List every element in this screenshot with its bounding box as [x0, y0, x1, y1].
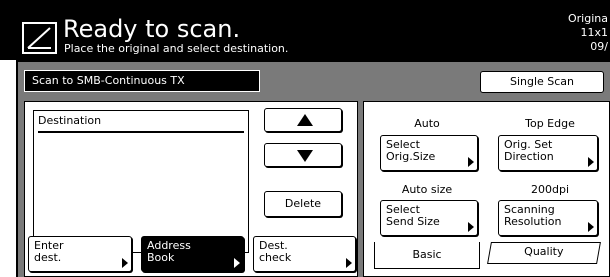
orig-set-direction-button[interactable]: Orig. Set Direction [498, 135, 598, 171]
arrow-down-icon [297, 150, 313, 162]
tab-quality[interactable]: Quality [487, 242, 601, 264]
address-book-label-2: Book [147, 251, 175, 264]
dest-check-button[interactable]: Dest. check [253, 236, 356, 272]
orig-direction-label-2: Direction [504, 150, 554, 163]
arrow-right-icon [588, 157, 594, 167]
mode-label: Scan to SMB-Continuous TX [32, 74, 185, 87]
scan-icon [22, 22, 57, 54]
arrow-right-icon [588, 222, 594, 232]
arrow-right-icon [122, 258, 128, 268]
arrow-right-icon [468, 157, 474, 167]
arrow-right-icon [346, 258, 352, 268]
arrow-right-icon [468, 222, 474, 232]
delete-button[interactable]: Delete [264, 191, 342, 217]
resolution-label-2: Resolution [504, 215, 562, 228]
scanning-resolution-button[interactable]: Scanning Resolution [498, 200, 598, 236]
destination-divider [38, 131, 244, 133]
original-label: Origina [568, 12, 608, 25]
send-size-value: Auto size [401, 183, 453, 196]
orig-size-value: Auto [414, 117, 440, 130]
destination-header: Destination [38, 114, 102, 127]
orig-size-label-2: Orig.Size [386, 150, 436, 163]
enter-dest-button[interactable]: Enter dest. [28, 236, 132, 272]
arrow-right-icon [234, 258, 240, 268]
original-date: 09/ [590, 40, 608, 53]
tab-quality-label: Quality [524, 245, 564, 258]
original-size: 11x1 [580, 26, 608, 39]
tab-basic[interactable]: Basic [374, 242, 480, 269]
address-book-button[interactable]: Address Book [141, 236, 244, 272]
scroll-down-button[interactable] [264, 143, 342, 167]
orig-direction-value: Top Edge [525, 117, 575, 130]
select-send-size-button[interactable]: Select Send Size [380, 200, 478, 236]
single-scan-button[interactable]: Single Scan [480, 71, 604, 93]
select-orig-size-button[interactable]: Select Orig.Size [380, 135, 478, 171]
enter-dest-label-2: dest. [34, 251, 62, 264]
send-size-label-2: Send Size [386, 215, 440, 228]
resolution-value: 200dpi [530, 183, 570, 196]
scroll-up-button[interactable] [264, 108, 342, 132]
page-subtitle: Place the original and select destinatio… [64, 42, 289, 55]
page-title: Ready to scan. [63, 15, 241, 43]
arrow-up-icon [297, 114, 313, 126]
dest-check-label-2: check [259, 251, 292, 264]
